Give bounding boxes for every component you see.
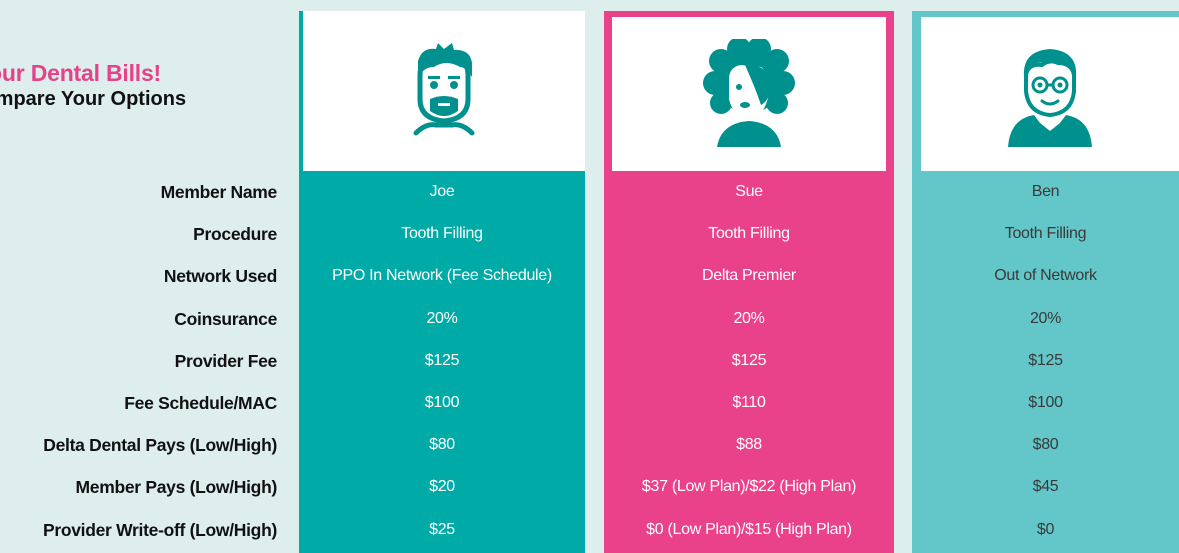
cell-member-pays: $20 [429, 478, 455, 496]
member-column-sue: Sue Tooth Filling Delta Premier 20% $125… [604, 11, 894, 553]
cell-provider-fee: $125 [424, 351, 460, 369]
avatar-card [303, 11, 585, 171]
label-provider-fee: Provider Fee [174, 350, 278, 371]
heading-title: n Your Dental Bills! [0, 60, 162, 86]
cell-coinsurance: 20% [1029, 309, 1062, 327]
cell-procedure: Tooth Filling [708, 225, 790, 243]
member-values: Sue Tooth Filling Delta Premier 20% $125… [604, 171, 894, 551]
cell-member-pays: $37 (Low Plan)/$22 (High Plan) [641, 478, 857, 496]
label-coinsurance: Coinsurance [174, 308, 277, 329]
cell-write-off: $0 [1036, 520, 1055, 538]
page-heading: n Your Dental Bills! Compare Your Option… [0, 60, 270, 111]
curly-hair-woman-avatar-icon [703, 39, 795, 147]
cell-coinsurance: 20% [426, 309, 458, 327]
label-delta-pays: Delta Dental Pays (Low/High) [43, 435, 277, 456]
cell-network: PPO In Network (Fee Schedule) [332, 267, 552, 285]
label-write-off: Provider Write-off (Low/High) [42, 519, 277, 540]
cell-delta-pays: $80 [1032, 436, 1059, 454]
cell-write-off: $0 (Low Plan)/$15 (High Plan) [646, 520, 852, 538]
label-fee-schedule: Fee Schedule/MAC [124, 392, 277, 413]
heading-subtitle: Compare Your Options [0, 88, 187, 110]
cell-procedure: Tooth Filling [401, 225, 483, 243]
cell-member-pays: $45 [1032, 478, 1059, 496]
cell-provider-fee: $125 [1028, 351, 1063, 369]
cell-delta-pays: $88 [736, 436, 762, 454]
label-member-pays: Member Pays (Low/High) [75, 477, 278, 498]
cell-network: Delta Premier [702, 267, 796, 285]
label-procedure: Procedure [193, 224, 277, 245]
glasses-man-avatar-icon [1008, 49, 1092, 147]
member-column-ben: Ben Tooth Filling Out of Network 20% $12… [912, 11, 1179, 553]
label-member-name: Member Name [160, 182, 278, 202]
cell-fee-schedule: $110 [732, 393, 766, 411]
avatar-card [612, 17, 886, 171]
bearded-man-avatar-icon [413, 43, 475, 136]
cell-member-name: Sue [735, 183, 763, 200]
cell-fee-schedule: $100 [424, 393, 460, 411]
cell-fee-schedule: $100 [1028, 393, 1063, 411]
label-network-used: Network Used [163, 266, 277, 287]
member-column-joe: Joe Tooth Filling PPO In Network (Fee Sc… [299, 11, 585, 553]
cell-member-name: Joe [429, 183, 455, 200]
cell-procedure: Tooth Filling [1004, 225, 1087, 243]
cell-coinsurance: 20% [733, 309, 765, 327]
cell-provider-fee: $125 [731, 351, 767, 369]
row-labels: Member Name Procedure Network Used Coins… [0, 171, 277, 551]
cell-network: Out of Network [994, 267, 1097, 285]
cell-member-name: Ben [1031, 183, 1060, 200]
cell-write-off: $25 [429, 520, 455, 538]
member-values: Ben Tooth Filling Out of Network 20% $12… [912, 171, 1179, 551]
avatar-card [921, 17, 1179, 171]
member-values: Joe Tooth Filling PPO In Network (Fee Sc… [299, 171, 585, 551]
cell-delta-pays: $80 [429, 436, 455, 454]
